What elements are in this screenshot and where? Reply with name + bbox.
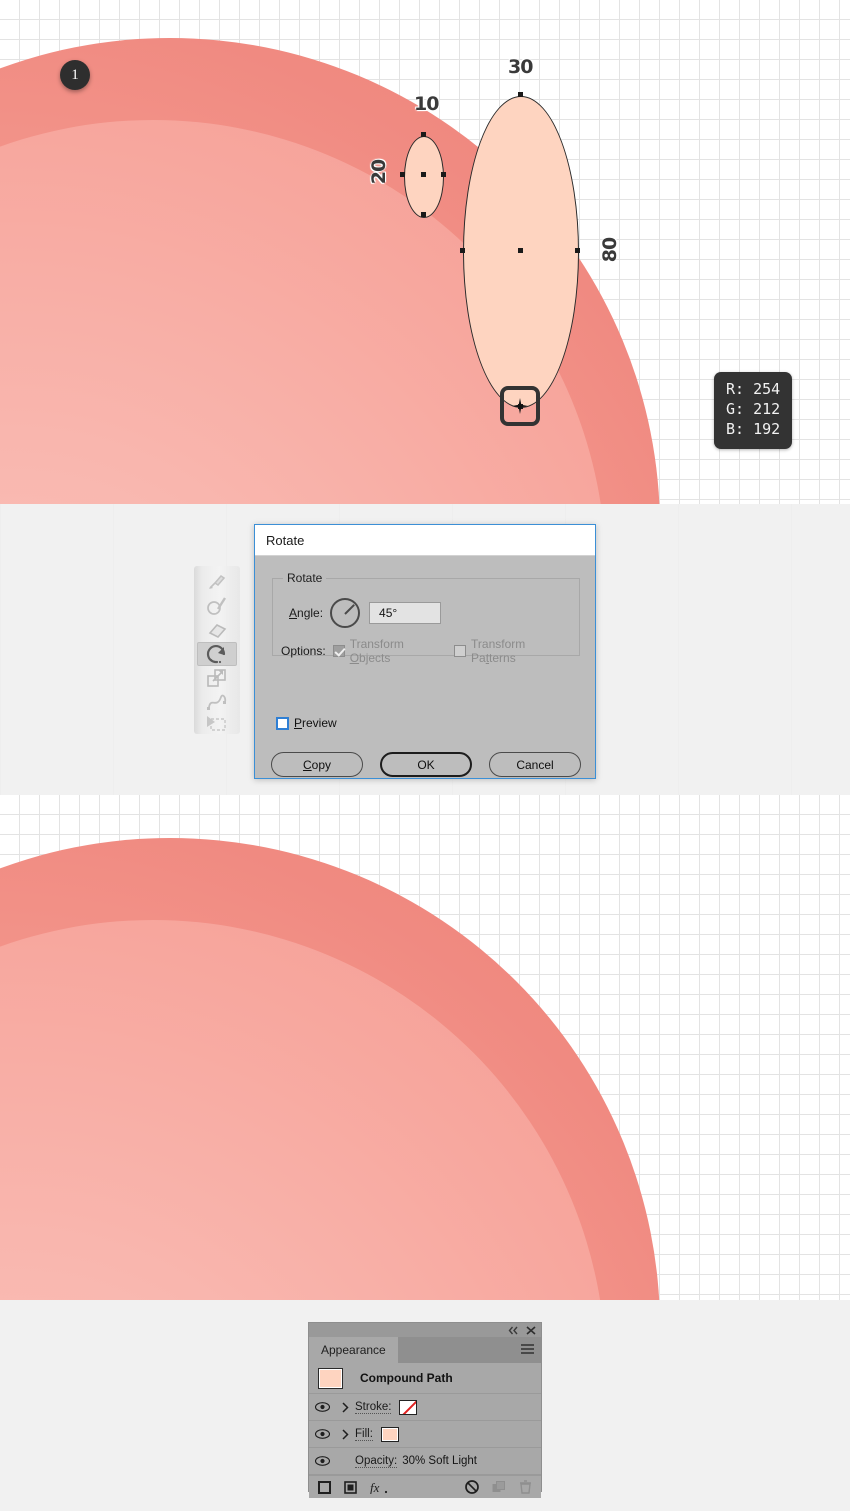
close-icon[interactable] <box>526 1325 536 1335</box>
transform-objects-option[interactable]: Transform Objects <box>332 637 438 665</box>
color-readout-tooltip: R: 254 G: 212 B: 192 <box>714 372 793 449</box>
dialog-body: Rotate Angle: 45° Options: Transform Obj… <box>255 556 595 778</box>
cancel-button[interactable]: Cancel <box>489 752 581 777</box>
preview-row[interactable]: Preview <box>276 716 337 730</box>
center-point[interactable] <box>421 172 426 177</box>
add-new-stroke-icon[interactable] <box>318 1480 331 1494</box>
angle-dial-hand <box>344 604 355 615</box>
opacity-label: Opacity: <box>355 1454 398 1468</box>
center-point[interactable] <box>518 248 523 253</box>
copy-button[interactable]: Copy <box>271 752 363 777</box>
step-badge-1: 1 <box>60 60 90 90</box>
ok-button[interactable]: OK <box>380 752 472 777</box>
appearance-panel-footer: fx <box>309 1475 541 1498</box>
anchor-point[interactable] <box>400 172 405 177</box>
transform-patterns-option[interactable]: Transform Patterns <box>454 637 563 665</box>
label-height-20: 20 <box>368 159 391 185</box>
fill-swatch[interactable] <box>380 1426 399 1442</box>
pencil-tool[interactable] <box>197 594 237 618</box>
transform-patterns-checkbox[interactable] <box>454 645 467 657</box>
transform-objects-label: Transform Objects <box>349 637 404 665</box>
dialog-title: Rotate <box>266 532 305 548</box>
panel-tab-bar: Appearance <box>309 1337 541 1363</box>
dialog-button-row: Copy OK Cancel <box>271 752 581 777</box>
visibility-toggle-icon[interactable] <box>309 1429 335 1439</box>
anchor-point[interactable] <box>421 212 426 217</box>
visibility-toggle-icon[interactable] <box>309 1402 335 1412</box>
appearance-row-opacity[interactable]: Opacity: 30% Soft Light <box>309 1448 541 1475</box>
tools-panel <box>194 566 240 734</box>
illustrator-canvas-step-2: 2 <box>0 795 850 1300</box>
clear-appearance-icon[interactable] <box>465 1480 479 1494</box>
appearance-object-row: Compound Path <box>309 1363 541 1394</box>
collapse-to-icons-icon[interactable] <box>508 1326 519 1335</box>
small-ellipse[interactable] <box>404 136 444 218</box>
angle-row: Angle: 45° <box>289 598 442 628</box>
stroke-label: Stroke: <box>355 1400 392 1414</box>
angle-input[interactable]: 45° <box>369 602 442 624</box>
readout-line-r: R: 254 <box>726 380 781 398</box>
warp-tool[interactable] <box>197 690 237 714</box>
illustrator-canvas-step-1: 10 20 30 80 1 R: 254 G: 212 B: 192 <box>0 0 850 504</box>
anchor-point[interactable] <box>421 132 426 137</box>
appearance-row-stroke[interactable]: Stroke: <box>309 1394 541 1421</box>
object-name: Compound Path <box>360 1371 453 1385</box>
anchor-point[interactable] <box>441 172 446 177</box>
anchor-point[interactable] <box>518 92 523 97</box>
transform-patterns-label: Transform Patterns <box>471 637 526 665</box>
dialog-title-bar: Rotate <box>255 525 595 556</box>
tutorial-screenshot: 10 20 30 80 1 R: 254 G: 212 B: 192 Rotat… <box>0 0 850 1511</box>
options-label: Options: <box>281 644 326 658</box>
anchor-point[interactable] <box>575 248 580 253</box>
rotate-fieldset: Rotate Angle: 45° Options: Transform Obj… <box>272 571 580 665</box>
add-new-effect-icon[interactable]: fx <box>370 1481 389 1494</box>
add-new-fill-icon[interactable] <box>344 1480 357 1494</box>
paintbrush-tool[interactable] <box>197 570 237 594</box>
tab-appearance[interactable]: Appearance <box>309 1337 398 1363</box>
appearance-item-list: Compound Path Stroke: Fill: Opacity: 30%… <box>309 1363 541 1475</box>
angle-label: Angle: <box>289 606 324 620</box>
visibility-toggle-icon[interactable] <box>309 1456 335 1466</box>
rotate-tool[interactable] <box>197 642 237 666</box>
label-width-30: 30 <box>508 56 533 78</box>
eraser-tool[interactable] <box>197 618 237 642</box>
object-thumbnail-swatch <box>318 1367 343 1389</box>
anchor-point[interactable] <box>460 248 465 253</box>
readout-line-g: G: 212 <box>726 399 781 418</box>
rotation-origin-crosshair <box>512 398 528 414</box>
rotate-dialog[interactable]: Rotate Rotate Angle: 45° Options: Transf… <box>254 524 596 779</box>
options-row: Options: Transform Objects Transform Pat… <box>281 637 579 665</box>
readout-line-b: B: 192 <box>726 419 781 438</box>
fieldset-legend: Rotate <box>283 571 327 585</box>
label-width-10: 10 <box>414 93 439 115</box>
free-transform-tool[interactable] <box>197 712 237 736</box>
svg-text:fx: fx <box>370 1481 380 1494</box>
expand-chevron-icon[interactable] <box>335 1428 355 1440</box>
appearance-panel[interactable]: Appearance Compound Path Stroke: Fill: O… <box>308 1322 542 1498</box>
preview-checkbox[interactable] <box>276 716 289 730</box>
expand-chevron-icon[interactable] <box>335 1401 355 1413</box>
label-height-80: 80 <box>599 237 622 263</box>
appearance-row-fill[interactable]: Fill: <box>309 1421 541 1448</box>
stroke-swatch-none[interactable] <box>399 1399 418 1415</box>
delete-item-icon[interactable] <box>519 1480 532 1494</box>
fill-label: Fill: <box>355 1427 373 1441</box>
angle-dial[interactable] <box>330 598 361 628</box>
preview-label: Preview <box>294 716 337 730</box>
panel-title-bar <box>309 1323 541 1337</box>
scale-tool[interactable] <box>197 666 237 690</box>
duplicate-item-icon[interactable] <box>492 1480 506 1494</box>
opacity-value[interactable]: 30% Soft Light <box>402 1455 477 1467</box>
canvas-grid <box>0 795 850 1300</box>
panel-menu-icon[interactable] <box>521 1344 534 1355</box>
transform-objects-checkbox[interactable] <box>332 645 345 657</box>
